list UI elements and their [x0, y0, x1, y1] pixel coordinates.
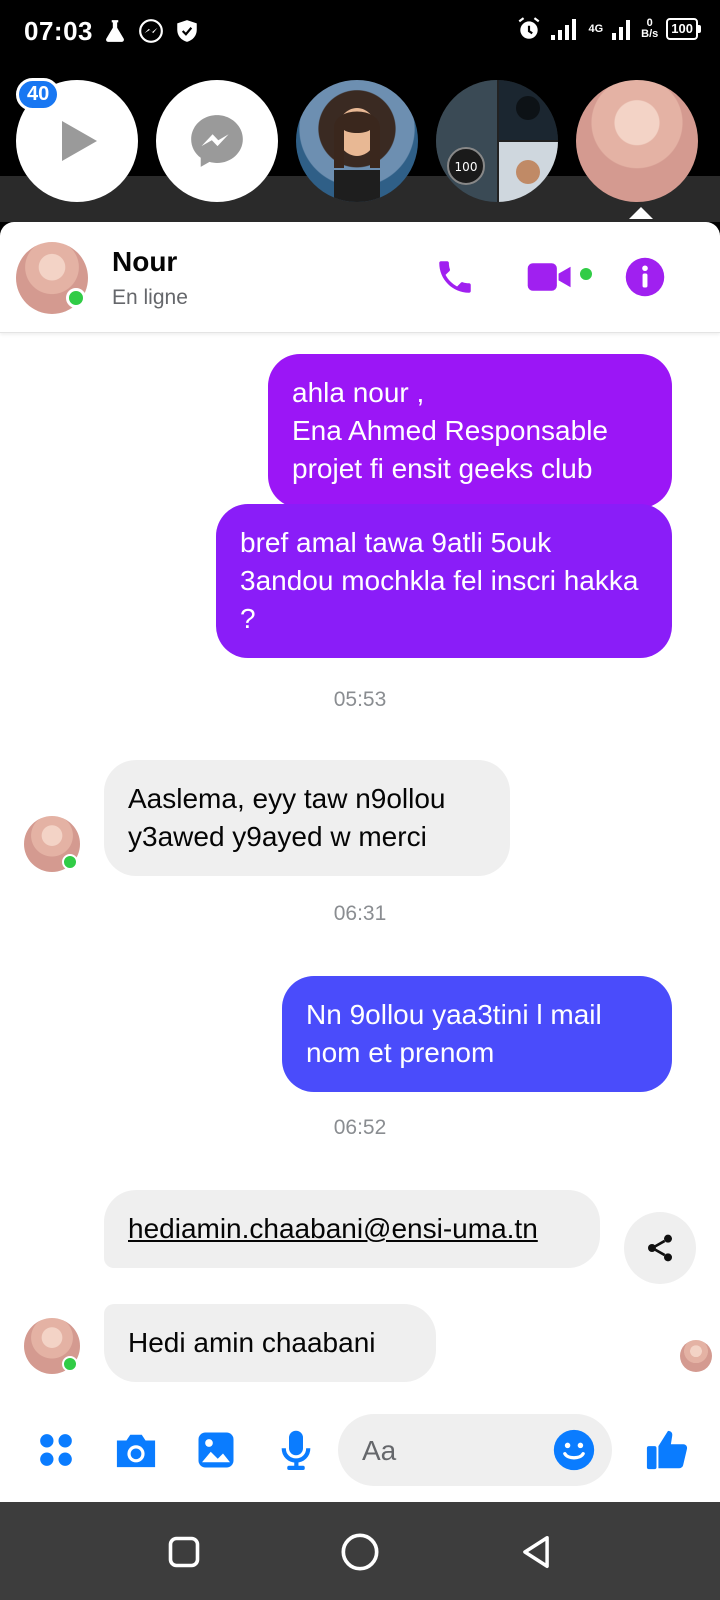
message-incoming[interactable]: Hedi amin chaabani [104, 1304, 436, 1382]
network-type: 4G [588, 22, 604, 35]
message-input-container [338, 1414, 612, 1486]
system-navigation-bar [0, 1502, 720, 1600]
square-nav-icon [168, 1536, 200, 1568]
chat-head-nour[interactable] [576, 80, 698, 202]
chat-head-messenger[interactable] [156, 80, 278, 202]
emoji-icon [553, 1429, 595, 1471]
status-bar: 07:03 4G 0 B/s 100 [0, 0, 720, 66]
notification-icons [102, 18, 200, 44]
grid-icon [40, 1434, 72, 1466]
battery-indicator: 100 [666, 18, 701, 40]
clock: 07:03 [24, 16, 93, 46]
like-button[interactable] [640, 1422, 696, 1478]
thumbs-up-icon [646, 1430, 688, 1470]
composer-bar [0, 1398, 720, 1502]
online-indicator [66, 288, 86, 308]
timestamp: 06:52 [333, 1116, 387, 1139]
svg-text:100: 100 [455, 160, 478, 174]
gallery-button[interactable] [188, 1422, 244, 1478]
back-button[interactable] [512, 1528, 560, 1576]
gallery-icon [198, 1432, 234, 1468]
network-label: 4G [588, 22, 604, 35]
voice-message-button[interactable] [268, 1422, 324, 1478]
chat-head-group[interactable]: 100 [436, 80, 558, 202]
alarm-icon [519, 17, 540, 39]
recents-button[interactable] [160, 1528, 208, 1576]
share-button[interactable] [624, 1212, 696, 1284]
back-nav-icon [523, 1536, 549, 1568]
timestamp: 06:31 [333, 902, 387, 925]
video-call-button[interactable] [526, 256, 574, 303]
flask-icon [106, 20, 124, 42]
net-speed: 0 B/s [641, 18, 658, 40]
message-outgoing[interactable]: ahla nour , Ena Ahmed Responsable projet… [268, 354, 672, 508]
info-button[interactable] [624, 256, 666, 303]
play-icon [62, 121, 97, 161]
chat-heads-bar: 40 100 [0, 66, 720, 222]
circle-nav-icon [341, 1533, 379, 1571]
active-head-pointer [629, 207, 653, 219]
messenger-icon [191, 115, 243, 167]
group-avatar: 100 [436, 80, 558, 202]
online-indicator [62, 1356, 78, 1372]
more-actions-button[interactable] [28, 1422, 84, 1478]
seen-indicator-avatar [680, 1340, 712, 1372]
emoji-button[interactable] [552, 1428, 596, 1477]
message-incoming[interactable]: Aaslema, eyy taw n9ollou y3awed y9ayed w… [104, 760, 510, 876]
chat-head-contact-1[interactable] [296, 80, 418, 202]
message-outgoing[interactable]: Nn 9ollou yaa3tini l mail nom et prenom [282, 976, 672, 1092]
unread-count-badge: 40 [16, 78, 61, 111]
home-button[interactable] [336, 1528, 384, 1576]
messenger-status-icon [139, 19, 163, 43]
net-speed-unit: B/s [641, 28, 659, 40]
message-outgoing[interactable]: bref amal tawa 9atli 5ouk 3andou mochkla… [216, 504, 672, 658]
message-input[interactable] [360, 1426, 544, 1476]
signal-icon [551, 19, 577, 40]
shield-icon [177, 20, 197, 42]
chat-header: Nour En ligne [0, 222, 720, 333]
online-indicator [62, 854, 78, 870]
email-link-message[interactable]: hediamin.chaabani@ensi-uma.tn [104, 1190, 600, 1268]
system-icons: 4G 0 B/s 100 [516, 16, 701, 42]
chat-panel: Nour En ligne ahla nour , Ena Ahmed Resp… [0, 222, 720, 1502]
phone-icon [439, 261, 471, 293]
camera-icon [116, 1434, 156, 1468]
share-icon [648, 1234, 672, 1262]
avatar [334, 108, 380, 202]
contact-status: En ligne [112, 286, 188, 309]
call-button[interactable] [434, 256, 476, 303]
camera-button[interactable] [108, 1422, 164, 1478]
contact-name[interactable]: Nour [112, 246, 177, 278]
signal-icon-2 [612, 20, 631, 40]
info-icon [625, 257, 665, 297]
video-online-dot [578, 266, 594, 282]
timestamp: 05:53 [333, 688, 387, 711]
video-icon [527, 263, 571, 291]
microphone-icon [281, 1430, 311, 1470]
